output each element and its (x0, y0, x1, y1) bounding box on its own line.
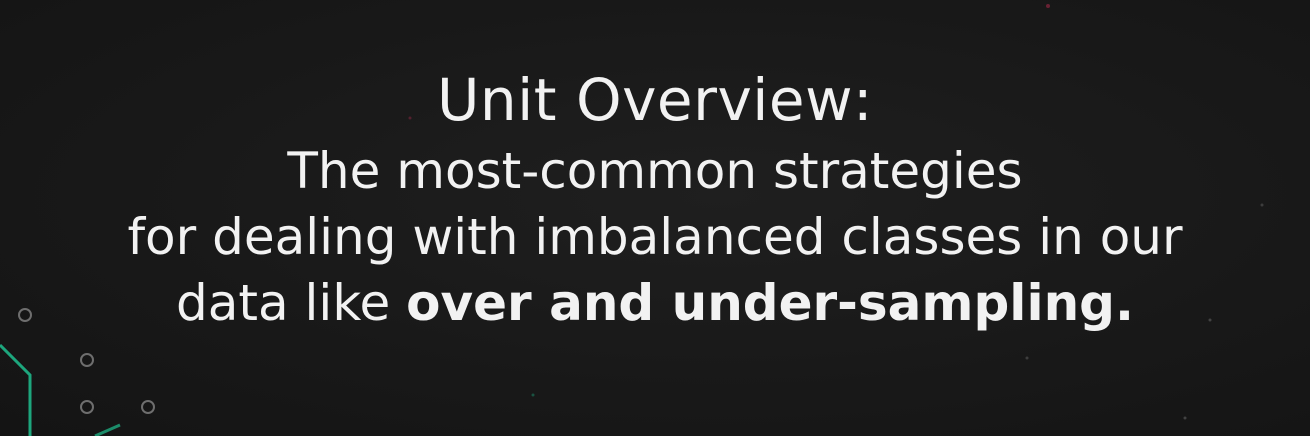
line3-plain-text: data like (176, 274, 407, 332)
node-circle (141, 400, 155, 414)
subtitle-line-3: data like over and under-sampling. (0, 270, 1310, 336)
subtitle-line-1: The most-common strategies (287, 142, 1023, 200)
node-circle (80, 353, 94, 367)
title-colon: : (853, 66, 874, 134)
subtitle-line-2: for dealing with imbalanced classes in o… (127, 208, 1183, 266)
line3-bold-text: over and under-sampling. (406, 274, 1134, 332)
title-text: Unit Overview (436, 66, 854, 134)
slide-title: Unit Overview: (0, 62, 1310, 138)
node-circle (80, 400, 94, 414)
slide: Unit Overview: The most-common strategie… (0, 0, 1310, 436)
slide-text: Unit Overview: The most-common strategie… (0, 62, 1310, 336)
